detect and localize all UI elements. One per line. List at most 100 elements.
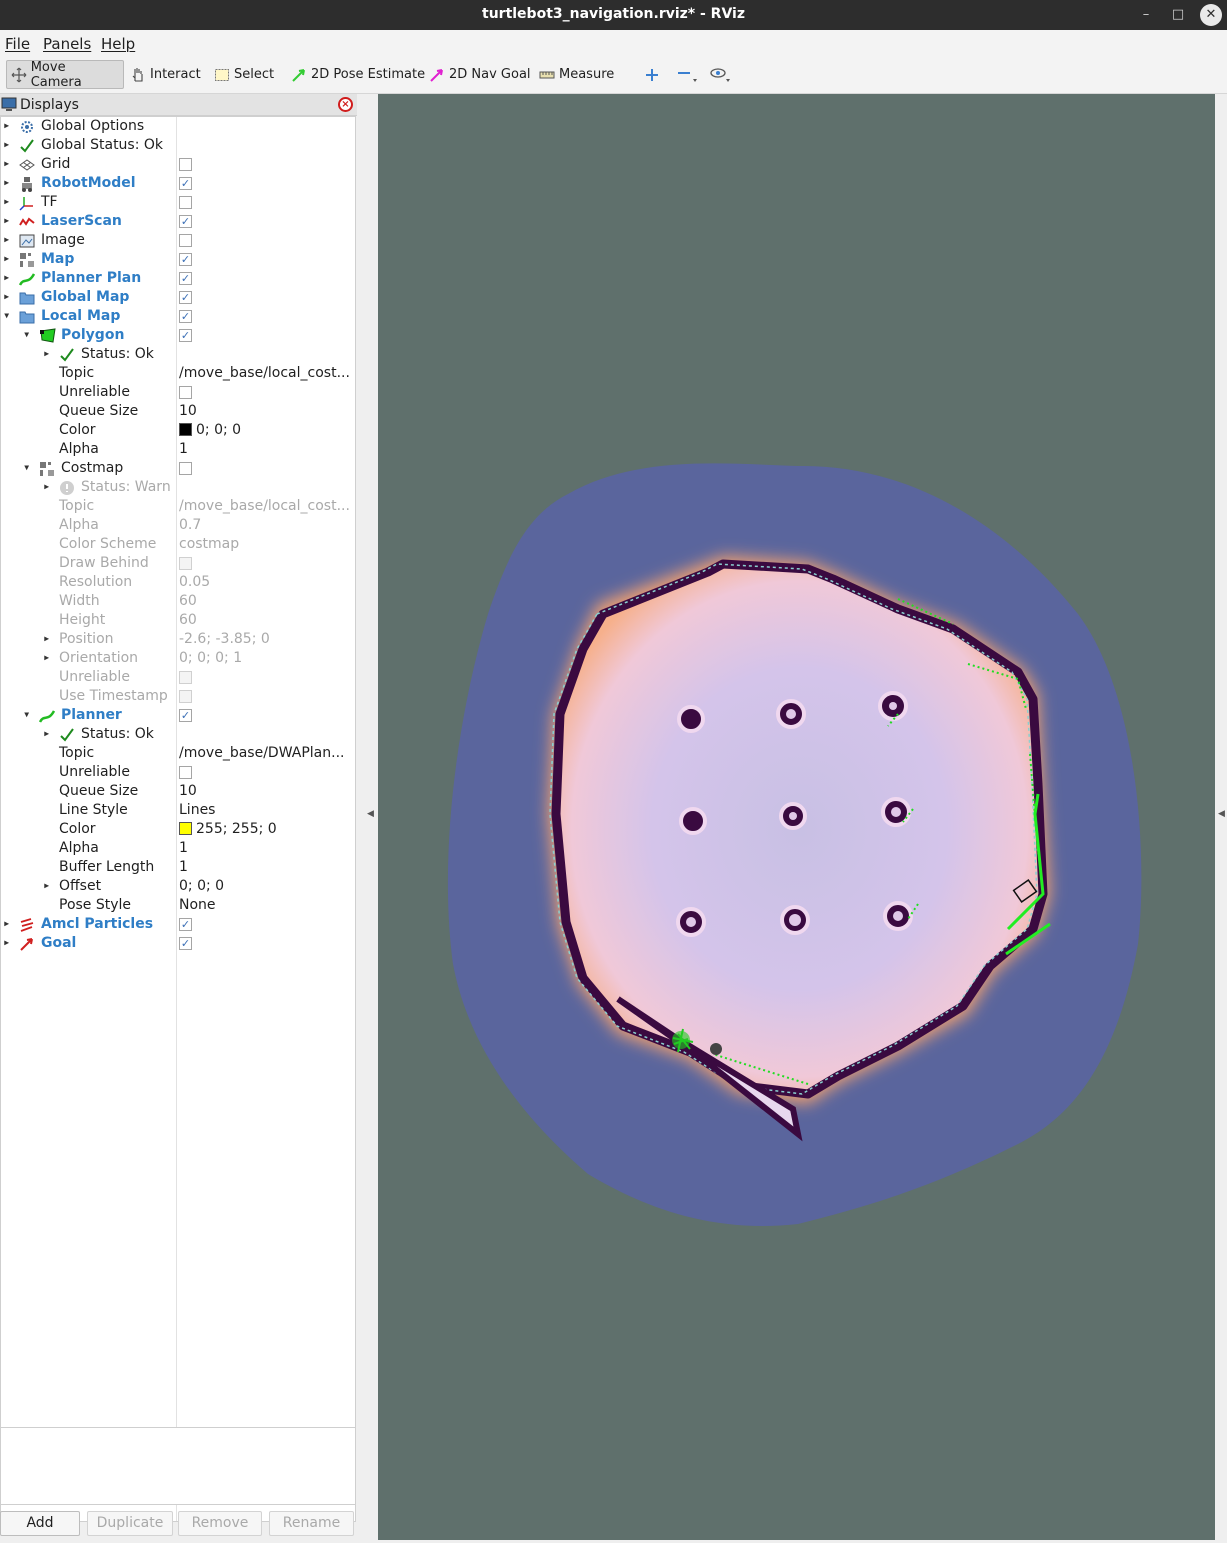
menu-file[interactable]: File — [5, 35, 30, 53]
expand-right-arrow-icon[interactable]: ▶ — [4, 237, 10, 244]
property-value[interactable]: 0; 0; 0 — [179, 878, 355, 894]
property-value[interactable]: 1 — [179, 441, 355, 457]
tree-row[interactable]: Topic/move_base/local_cost... — [1, 364, 355, 383]
property-value[interactable]: 0.7 — [179, 517, 355, 533]
tree-row[interactable]: Line Style Lines — [1, 801, 355, 820]
expand-right-arrow-icon[interactable]: ▶ — [4, 294, 10, 301]
property-value[interactable]: 1 — [179, 840, 355, 856]
visibility-checkbox[interactable] — [179, 557, 192, 570]
menu-panels[interactable]: Panels — [43, 35, 91, 53]
select-tool[interactable]: Select — [210, 60, 278, 89]
panel-splitter[interactable]: ◀ — [357, 94, 378, 1543]
tree-row[interactable]: Resolution 0.05 — [1, 573, 355, 592]
property-value[interactable]: None — [179, 897, 355, 913]
tree-row[interactable]: Use Timestamp — [1, 687, 355, 706]
property-value[interactable]: 0; 0; 0; 1 — [179, 650, 355, 666]
minimize-button[interactable]: – — [1135, 4, 1157, 26]
tree-row[interactable]: Color 0; 0; 0 — [1, 421, 355, 440]
menu-help[interactable]: Help — [101, 35, 135, 53]
tree-row[interactable]: ▶ Position -2.6; -3.85; 0 — [1, 630, 355, 649]
expand-right-arrow-icon[interactable]: ▶ — [44, 636, 50, 643]
tree-row[interactable]: Color Scheme costmap — [1, 535, 355, 554]
expand-down-arrow-icon[interactable]: ▼ — [4, 313, 10, 320]
tree-row[interactable]: Pose Style None — [1, 896, 355, 915]
add-button[interactable]: Add — [0, 1511, 80, 1536]
tree-row[interactable]: Alpha 1 — [1, 440, 355, 459]
visibility-checkbox[interactable]: ✓ — [179, 329, 192, 342]
visibility-checkbox[interactable] — [179, 766, 192, 779]
tree-row[interactable]: ▶ LaserScan ✓ — [1, 212, 355, 231]
property-value[interactable]: Lines — [179, 802, 355, 818]
property-value[interactable]: /move_base/local_cost... — [179, 365, 355, 381]
visibility-checkbox[interactable] — [179, 234, 192, 247]
tree-row[interactable]: Width 60 — [1, 592, 355, 611]
property-value[interactable]: -2.6; -3.85; 0 — [179, 631, 355, 647]
expand-right-arrow-icon[interactable]: ▶ — [4, 218, 10, 225]
property-value[interactable]: 255; 255; 0 — [179, 821, 355, 837]
tree-row[interactable]: Buffer Length 1 — [1, 858, 355, 877]
visibility-checkbox[interactable] — [179, 462, 192, 475]
visibility-checkbox[interactable] — [179, 158, 192, 171]
tree-row[interactable]: Queue Size 10 — [1, 782, 355, 801]
interact-tool[interactable]: Interact — [126, 60, 205, 89]
visibility-checkbox[interactable] — [179, 671, 192, 684]
tree-row[interactable]: ▶ Status: Ok — [1, 345, 355, 364]
tree-row[interactable]: ▶ Global Status: Ok — [1, 136, 355, 155]
collapse-right-icon[interactable]: ◀ — [1218, 809, 1225, 819]
visibility-checkbox[interactable]: ✓ — [179, 253, 192, 266]
expand-right-arrow-icon[interactable]: ▶ — [44, 484, 50, 491]
tree-row[interactable]: ▶ Grid — [1, 155, 355, 174]
displays-tree[interactable]: ▶ Global Options ▶ Global Status: Ok ▶ Grid ▶ R… — [0, 116, 356, 1522]
tree-row[interactable]: ▼ Costmap — [1, 459, 355, 478]
view-options-button[interactable] — [704, 60, 738, 89]
close-window-button[interactable]: ✕ — [1200, 4, 1222, 26]
expand-right-arrow-icon[interactable]: ▶ — [4, 180, 10, 187]
visibility-checkbox[interactable]: ✓ — [179, 177, 192, 190]
expand-right-arrow-icon[interactable]: ▶ — [4, 123, 10, 130]
expand-right-arrow-icon[interactable]: ▶ — [4, 256, 10, 263]
property-value[interactable]: 10 — [179, 403, 355, 419]
property-value[interactable]: costmap — [179, 536, 355, 552]
tree-row[interactable]: ▶ Global Options — [1, 117, 355, 136]
expand-right-arrow-icon[interactable]: ▶ — [4, 199, 10, 206]
color-swatch[interactable] — [179, 423, 192, 436]
nav-goal-tool[interactable]: 2D Nav Goal — [425, 60, 535, 89]
expand-right-arrow-icon[interactable]: ▶ — [4, 142, 10, 149]
property-value[interactable]: 10 — [179, 783, 355, 799]
visibility-checkbox[interactable]: ✓ — [179, 709, 192, 722]
tree-row[interactable]: Queue Size 10 — [1, 402, 355, 421]
tree-row[interactable]: ▶ Image — [1, 231, 355, 250]
tree-row[interactable]: Draw Behind — [1, 554, 355, 573]
property-value[interactable]: 0; 0; 0 — [179, 422, 355, 438]
visibility-checkbox[interactable] — [179, 196, 192, 209]
tree-row[interactable]: ▶ RobotModel ✓ — [1, 174, 355, 193]
tree-row[interactable]: ▶ Global Map ✓ — [1, 288, 355, 307]
expand-right-arrow-icon[interactable]: ▶ — [44, 731, 50, 738]
remove-button[interactable]: Remove — [178, 1511, 262, 1536]
tree-row[interactable]: Topic/move_base/local_cost... — [1, 497, 355, 516]
tree-row[interactable]: ▶ Status: Warn — [1, 478, 355, 497]
tree-row[interactable]: ▶ Offset 0; 0; 0 — [1, 877, 355, 896]
zoom-in-button[interactable] — [640, 60, 664, 89]
render-view[interactable] — [378, 94, 1215, 1540]
property-value[interactable]: 0.05 — [179, 574, 355, 590]
property-value[interactable]: 1 — [179, 859, 355, 875]
right-dock-edge[interactable]: ◀ — [1215, 94, 1227, 1543]
tree-row[interactable]: ▶ Orientation 0; 0; 0; 1 — [1, 649, 355, 668]
visibility-checkbox[interactable] — [179, 690, 192, 703]
tree-row[interactable]: ▼ Local Map ✓ — [1, 307, 355, 326]
close-panel-button[interactable]: × — [338, 97, 353, 112]
tree-row[interactable]: ▶ TF — [1, 193, 355, 212]
tree-row[interactable]: ▼ Polygon ✓ — [1, 326, 355, 345]
expand-right-arrow-icon[interactable]: ▶ — [4, 940, 10, 947]
duplicate-button[interactable]: Duplicate — [87, 1511, 173, 1536]
tree-row[interactable]: Unreliable — [1, 763, 355, 782]
visibility-checkbox[interactable]: ✓ — [179, 937, 192, 950]
property-value[interactable]: 60 — [179, 612, 355, 628]
property-value[interactable]: 60 — [179, 593, 355, 609]
maximize-button[interactable]: □ — [1167, 4, 1189, 26]
expand-right-arrow-icon[interactable]: ▶ — [44, 655, 50, 662]
tree-row[interactable]: ▶ Amcl Particles ✓ — [1, 915, 355, 934]
rename-button[interactable]: Rename — [269, 1511, 354, 1536]
measure-tool[interactable]: Measure — [535, 60, 618, 89]
